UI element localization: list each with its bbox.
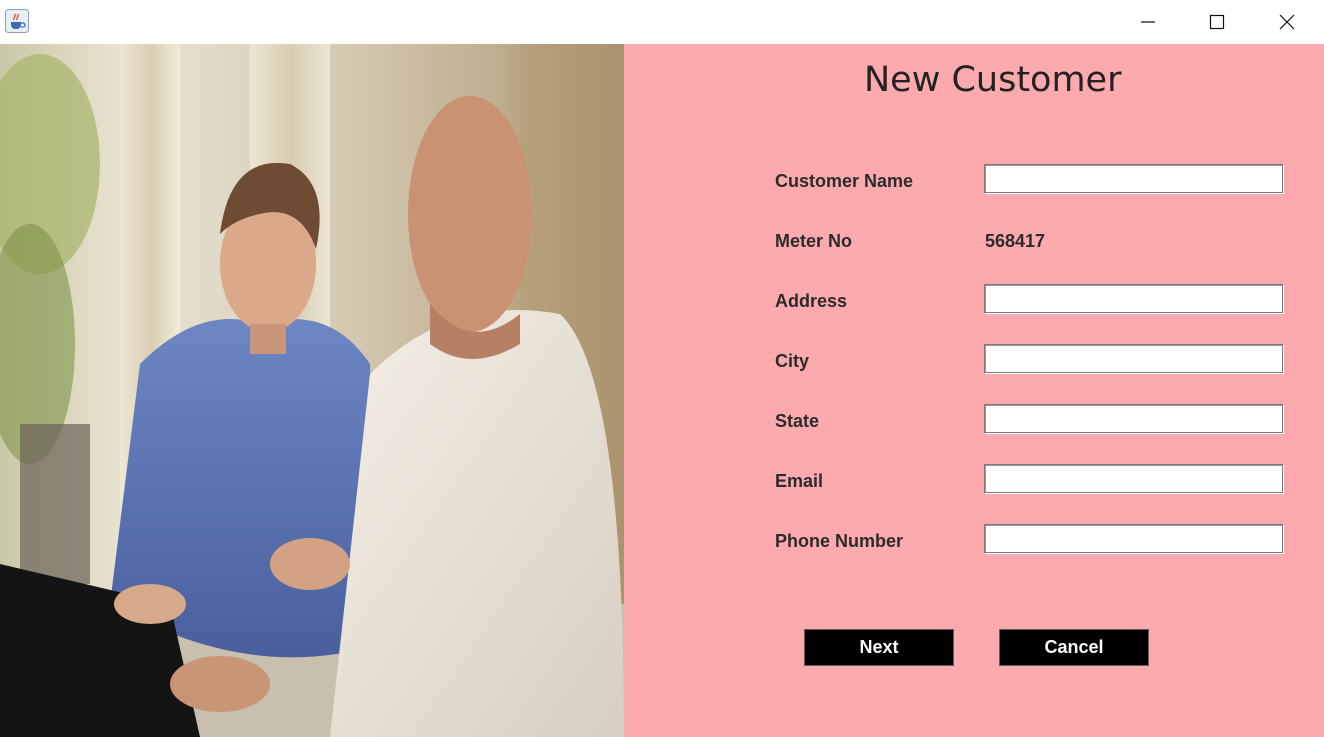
java-cup-icon[interactable] — [5, 9, 29, 33]
customer-name-label: Customer Name — [775, 171, 914, 191]
minimize-icon — [1141, 21, 1155, 23]
new-customer-form: New Customer Customer Name Meter No 5684… — [624, 44, 1324, 737]
close-icon — [1279, 14, 1295, 30]
window-titlebar — [0, 0, 1324, 44]
form-title: New Customer — [864, 60, 1122, 100]
address-input[interactable] — [984, 284, 1283, 313]
next-button[interactable]: Next — [804, 629, 954, 666]
meter-no-value: 568417 — [985, 231, 1046, 251]
customer-name-input[interactable] — [984, 164, 1283, 193]
minimize-button[interactable] — [1114, 0, 1183, 44]
email-label: Email — [775, 471, 824, 491]
address-label: Address — [775, 291, 848, 311]
close-button[interactable] — [1253, 0, 1322, 44]
city-label: City — [775, 351, 810, 371]
maximize-button[interactable] — [1183, 0, 1252, 44]
phone-number-input[interactable] — [984, 524, 1283, 553]
phone-number-label: Phone Number — [775, 531, 904, 551]
email-input[interactable] — [984, 464, 1283, 493]
state-label: State — [775, 411, 820, 431]
maximize-icon — [1209, 14, 1225, 30]
customer-meeting-photo — [0, 44, 624, 737]
meter-no-label: Meter No — [775, 231, 853, 251]
city-input[interactable] — [984, 344, 1283, 373]
state-input[interactable] — [984, 404, 1283, 433]
cancel-button[interactable]: Cancel — [999, 629, 1149, 666]
